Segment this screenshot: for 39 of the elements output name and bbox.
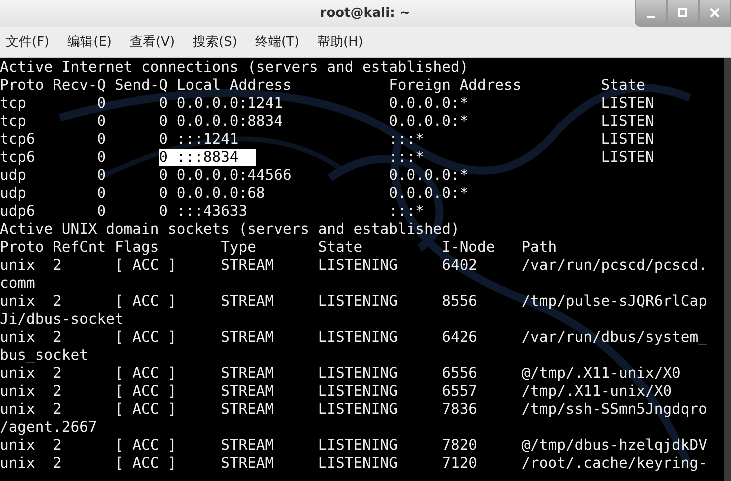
minimize-button[interactable]	[635, 0, 667, 27]
close-icon	[710, 8, 720, 18]
selected-text: 0 :::8834	[159, 149, 256, 166]
terminal-line: unix 2 [ ACC ] STREAM LISTENING 6557 /tmp/.X11-unix/X0	[0, 383, 674, 401]
terminal-line: udp 0 0 0.0.0.0:44566 0.0.0.0:*	[0, 167, 470, 185]
terminal-text: :::* LISTEN	[388, 149, 654, 166]
terminal-line: tcp 0 0 0.0.0.0:1241 0.0.0.0:* LISTEN	[0, 95, 656, 113]
menu-item[interactable]: 搜索(S)	[193, 33, 238, 51]
terminal-line: unix 2 [ ACC ] STREAM LISTENING 6556 @/tmp/.X11-unix/X0	[0, 365, 682, 383]
terminal-line: Ji/dbus-socket	[0, 311, 125, 329]
terminal-line: unix 2 [ ACC ] STREAM LISTENING 7836 /tmp/ssh-SSmn5Jngdqro	[0, 401, 708, 419]
minimize-icon	[647, 16, 655, 18]
menu-item[interactable]: 终端(T)	[255, 33, 300, 51]
terminal-line: tcp 0 0 0.0.0.0:8834 0.0.0.0:* LISTEN	[0, 113, 656, 131]
terminal-line: Proto Recv-Q Send-Q Local Address Foreign Address State	[0, 77, 647, 95]
menu-item[interactable]: 查看(V)	[130, 33, 176, 51]
terminal-line: unix 2 [ ACC ] STREAM LISTENING 8556 /tmp/pulse-sJQR6rlCap	[0, 293, 708, 311]
terminal-line: Proto RefCnt Flags Type State I-Node Path	[0, 239, 558, 257]
menu-item[interactable]: 编辑(E)	[68, 33, 112, 51]
menu-item[interactable]: 文件(F)	[6, 33, 50, 51]
maximize-button[interactable]	[667, 0, 699, 27]
terminal-line: Active UNIX domain sockets (servers and established)	[0, 221, 461, 239]
menu-item[interactable]: 帮助(H)	[318, 33, 364, 51]
terminal-line: /agent.2667	[0, 419, 98, 437]
terminal-line: bus_socket	[0, 347, 90, 365]
terminal-line: unix 2 [ ACC ] STREAM LISTENING 6402 /var/run/pcscd/pcscd.	[0, 257, 708, 275]
terminal-text: tcp6 0	[0, 149, 108, 166]
terminal-line: unix 2 [ ACC ] STREAM LISTENING 7820 @/tmp/dbus-hzelqjdkDV	[0, 437, 708, 455]
scrollbar[interactable]	[724, 58, 731, 481]
terminal-line: Active Internet connections (servers and established)	[0, 59, 470, 77]
terminal-line: comm	[0, 275, 36, 293]
terminal-line: udp 0 0 0.0.0.0:68 0.0.0.0:*	[0, 185, 470, 203]
maximize-icon	[678, 8, 688, 18]
terminal-line: unix 2 [ ACC ] STREAM LISTENING 7120 /root/.cache/keyring-	[0, 455, 708, 473]
window-title: root@kali: ~	[320, 6, 411, 21]
terminal-line: tcp6 0 0 :::1241 :::* LISTEN	[0, 131, 656, 149]
terminal-line: udp6 0 0 :::43633 :::*	[0, 203, 426, 221]
terminal-line: unix 2 [ ACC ] STREAM LISTENING 6426 /var/run/dbus/system_	[0, 329, 708, 347]
close-button[interactable]	[699, 0, 731, 27]
